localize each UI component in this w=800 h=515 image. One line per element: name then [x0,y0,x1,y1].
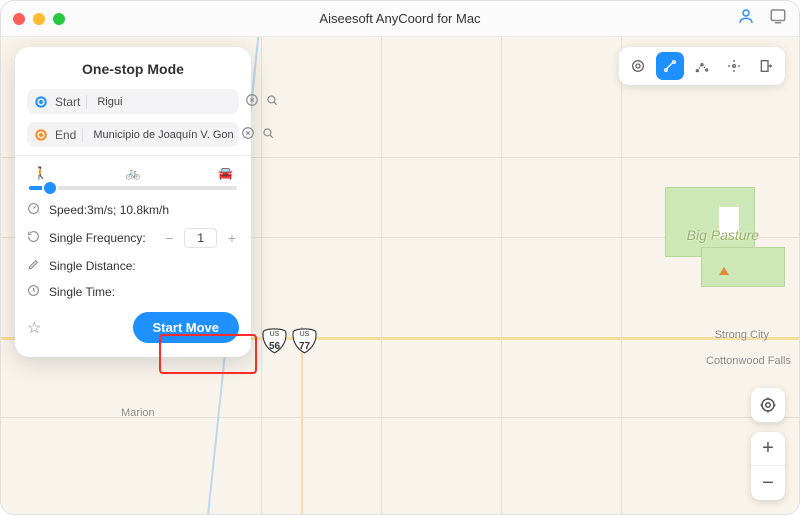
screencast-icon[interactable] [769,7,787,30]
one-stop-panel: One-stop Mode Start End [15,47,251,357]
titlebar: Aiseesoft AnyCoord for Mac [1,1,799,37]
mode-multi-stop-button[interactable] [688,52,716,80]
time-row: Single Time: [27,284,239,300]
search-end-button[interactable] [261,126,275,143]
start-label: Start [55,95,87,109]
speed-slider[interactable] [29,186,237,190]
mode-one-stop-button[interactable] [656,52,684,80]
map-canvas[interactable]: Big Pasture Strong City Cottonwood Falls… [1,37,799,514]
end-marker-icon [33,127,49,143]
clock-icon [27,284,41,300]
fullscreen-window-button[interactable] [53,13,65,25]
start-marker-icon [33,94,49,110]
close-window-button[interactable] [13,13,25,25]
map-label-cottonwood: Cottonwood Falls [706,355,791,367]
speed-text: Speed:3m/s; 10.8km/h [49,203,169,217]
mode-toolbar [619,47,785,85]
park-marker-icon [719,267,729,275]
frequency-value[interactable]: 1 [184,228,217,248]
frequency-label: Single Frequency: [49,231,146,245]
app-window: Aiseesoft AnyCoord for Mac [0,0,800,515]
search-start-button[interactable] [265,93,279,110]
zoom-out-button[interactable]: − [751,466,785,500]
favorite-button[interactable]: ☆ [27,318,41,338]
mode-modify-location-button[interactable] [624,52,652,80]
start-move-button[interactable]: Start Move [133,312,239,343]
mode-joystick-button[interactable] [720,52,748,80]
start-location-row: Start [27,89,239,114]
map-label-big-pasture: Big Pasture [687,227,759,243]
map-label-strong-city: Strong City [715,329,769,341]
speed-slider-thumb[interactable] [44,182,56,194]
end-label: End [55,128,83,142]
frequency-increase-button[interactable]: + [225,230,239,246]
frequency-row: Single Frequency: − 1 + [27,228,239,248]
export-gpx-button[interactable] [752,52,780,80]
gauge-icon [27,202,41,218]
start-location-input[interactable] [93,96,239,108]
clear-end-button[interactable] [241,126,255,143]
bike-mode-icon[interactable]: 🚲 [126,166,141,180]
highway-shield-77: US 77 [291,327,318,354]
end-location-input[interactable] [89,129,235,141]
pencil-icon [27,258,41,274]
distance-row: Single Distance: [27,258,239,274]
account-icon[interactable] [737,7,755,30]
end-location-row: End [27,122,239,147]
zoom-in-button[interactable]: + [751,432,785,466]
window-controls [13,13,65,25]
distance-label: Single Distance: [49,259,136,273]
loop-icon [27,230,41,246]
walk-mode-icon[interactable]: 🚶 [33,166,48,180]
panel-title: One-stop Mode [27,61,239,77]
minimize-window-button[interactable] [33,13,45,25]
speed-row: Speed:3m/s; 10.8km/h [27,202,239,218]
recenter-button[interactable] [751,388,785,422]
map-label-marion: Marion [121,407,155,419]
frequency-decrease-button[interactable]: − [162,230,176,246]
clear-start-button[interactable] [245,93,259,110]
transport-mode-row: 🚶 🚲 🚘 [27,166,239,184]
car-mode-icon[interactable]: 🚘 [218,166,233,180]
highway-shield-56: US 56 [261,327,288,354]
time-label: Single Time: [49,285,115,299]
window-title: Aiseesoft AnyCoord for Mac [1,11,799,26]
map-controls: + − [751,388,785,500]
